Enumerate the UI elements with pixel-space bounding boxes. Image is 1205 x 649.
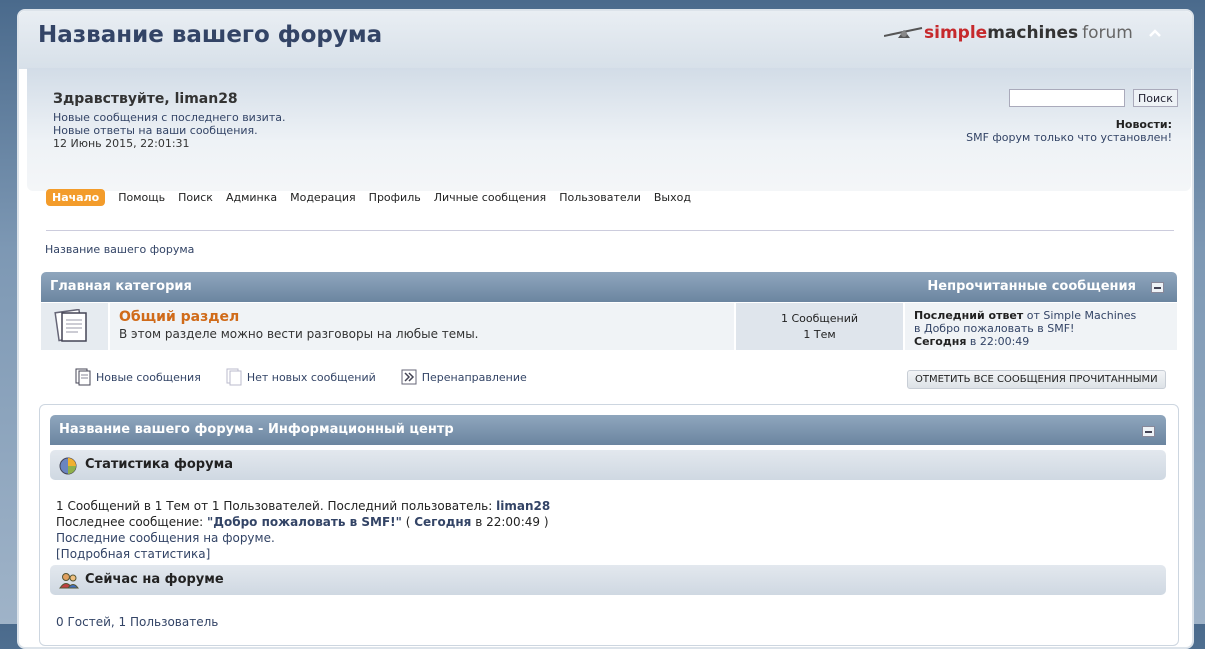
redirect-icon xyxy=(401,369,417,385)
chevron-up-icon[interactable] xyxy=(1147,25,1163,41)
stats-summary: 1 Сообщений в 1 Тем от 1 Пользователей. … xyxy=(56,499,493,513)
board-stats: 1 Сообщений 1 Тем xyxy=(736,303,903,350)
board-last-post: Последний ответ от Simple Machines в Доб… xyxy=(905,303,1177,350)
menu-item-home[interactable]: Начало xyxy=(46,189,106,206)
news-label: Новости: xyxy=(1115,118,1172,131)
logo-machines: machines xyxy=(987,23,1079,43)
board-name-link[interactable]: Общий раздел xyxy=(119,309,239,325)
online-header: Сейчас на форуме xyxy=(50,565,1166,595)
stats-title: Статистика форума xyxy=(85,457,233,472)
mark-all-read-button[interactable]: Отметить все сообщения прочитанными xyxy=(907,370,1166,389)
board-status-icon[interactable] xyxy=(54,309,90,343)
smf-logo[interactable]: simple machines forum xyxy=(884,23,1133,43)
news-text: SMF форум только что установлен! xyxy=(966,131,1172,144)
legend-no-new-posts-label: Нет новых сообщений xyxy=(246,370,376,384)
last-post-line: Последний ответ от Simple Machines xyxy=(914,309,1136,322)
menu-divider xyxy=(46,230,1174,231)
stats-line-1: 1 Сообщений в 1 Тем от 1 Пользователей. … xyxy=(56,499,550,513)
logo-simple: simple xyxy=(924,23,988,43)
latest-post-link[interactable]: "Добро пожаловать в SMF!" xyxy=(207,515,402,529)
breadcrumb[interactable]: Название вашего форума xyxy=(45,243,194,256)
board-icon-cell xyxy=(41,303,108,350)
stats-header: Статистика форума xyxy=(50,450,1166,480)
forum-title[interactable]: Название вашего форума xyxy=(38,22,382,48)
new-posts-icon xyxy=(75,368,91,386)
board-description: В этом разделе можно вести разговоры на … xyxy=(119,327,479,341)
last-post-author[interactable]: от Simple Machines xyxy=(1027,309,1136,322)
user-panel: Здравствуйте, liman28 Новые сообщения с … xyxy=(27,68,1191,191)
collapse-category-icon[interactable] xyxy=(1151,282,1164,293)
menu-item-profile[interactable]: Профиль xyxy=(369,191,421,204)
latest-post-time-bold: Сегодня xyxy=(414,515,472,529)
category-header: Главная категория Непрочитанные сообщени… xyxy=(41,272,1177,302)
collapse-info-center-icon[interactable] xyxy=(1142,426,1155,437)
menu-item-messages[interactable]: Личные сообщения xyxy=(434,191,546,204)
new-posts-link[interactable]: Новые сообщения с последнего визита. xyxy=(53,111,285,124)
users-icon xyxy=(59,573,79,589)
latest-post-label: Последнее сообщение: xyxy=(56,515,204,529)
main-menu: Начало Помощь Поиск Админка Модерация Пр… xyxy=(46,189,704,206)
search-input[interactable] xyxy=(1009,89,1125,107)
legend-new-posts: Новые сообщения xyxy=(74,368,201,386)
legend-new-posts-label: Новые сообщения xyxy=(96,370,201,384)
board-row: Общий раздел В этом разделе можно вести … xyxy=(41,303,1177,350)
last-post-time-rest: в 22:00:49 xyxy=(969,335,1030,348)
pie-chart-icon xyxy=(59,457,77,475)
logo-forum: forum xyxy=(1082,23,1133,43)
menu-item-help[interactable]: Помощь xyxy=(118,191,165,204)
recent-posts-link[interactable]: Последние сообщения на форуме. xyxy=(56,531,275,545)
detailed-stats-link[interactable]: [Подробная статистика] xyxy=(56,547,210,561)
info-center: Название вашего форума - Информационный … xyxy=(39,404,1179,646)
last-post-time: Сегодня в 22:00:49 xyxy=(914,335,1029,348)
forum-header: Название вашего форума simple machines f… xyxy=(19,11,1192,69)
board-legend: Новые сообщения Нет новых сообщений Пере… xyxy=(74,368,551,386)
info-center-header: Название вашего форума - Информационный … xyxy=(50,415,1166,445)
latest-member-link[interactable]: liman28 xyxy=(496,499,550,513)
board-info: Общий раздел В этом разделе можно вести … xyxy=(110,303,734,350)
menu-item-moderation[interactable]: Модерация xyxy=(290,191,356,204)
unread-posts-link[interactable]: Непрочитанные сообщения xyxy=(927,279,1136,294)
new-replies-link[interactable]: Новые ответы на ваши сообщения. xyxy=(53,124,258,137)
user-greeting: Здравствуйте, liman28 xyxy=(53,91,238,107)
gear-logo-icon xyxy=(884,27,923,38)
no-new-posts-icon xyxy=(226,368,242,386)
legend-no-new-posts: Нет новых сообщений xyxy=(225,368,376,386)
menu-item-members[interactable]: Пользователи xyxy=(559,191,641,204)
legend-redirect-label: Перенаправление xyxy=(421,370,527,384)
current-datetime: 12 Июнь 2015, 22:01:31 xyxy=(53,137,190,150)
last-post-time-bold: Сегодня xyxy=(914,335,967,348)
board-topics-count: 1 Тем xyxy=(803,328,836,341)
online-users-text: 0 Гостей, 1 Пользователь xyxy=(56,615,219,629)
menu-item-admin[interactable]: Админка xyxy=(226,191,277,204)
menu-item-search[interactable]: Поиск xyxy=(178,191,213,204)
latest-post-paren: ( xyxy=(405,515,411,529)
info-center-title: Название вашего форума - Информационный … xyxy=(59,422,454,437)
last-post-label: Последний ответ xyxy=(914,309,1024,322)
search-button[interactable]: Поиск xyxy=(1133,89,1178,107)
menu-item-logout[interactable]: Выход xyxy=(654,191,691,204)
last-post-topic-link[interactable]: в Добро пожаловать в SMF! xyxy=(914,322,1074,335)
category-title[interactable]: Главная категория xyxy=(50,279,192,294)
stats-line-2: Последнее сообщение: "Добро пожаловать в… xyxy=(56,515,549,529)
latest-post-time-rest: в 22:00:49 ) xyxy=(475,515,549,529)
board-posts-count: 1 Сообщений xyxy=(780,312,859,325)
online-title: Сейчас на форуме xyxy=(85,572,224,587)
forum-wrapper: Название вашего форума simple machines f… xyxy=(17,9,1194,649)
legend-redirect: Перенаправление xyxy=(400,368,527,386)
